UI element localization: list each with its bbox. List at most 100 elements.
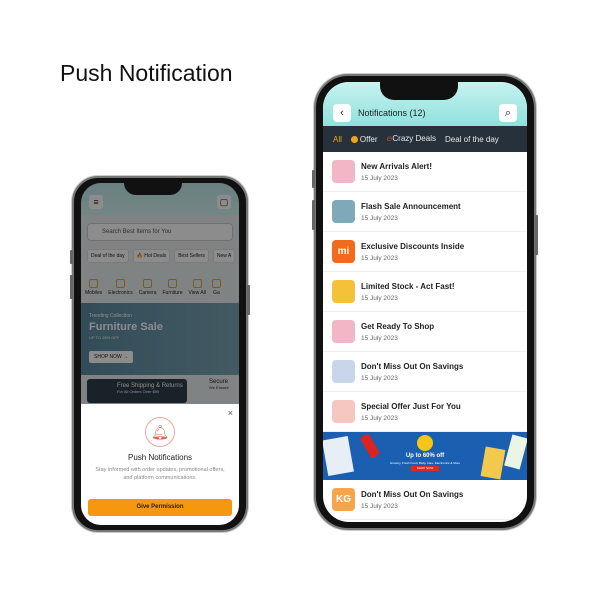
notifications-screen: ‹ Notifications (12) ⌕ All Offer 🔥︎Crazy… [323, 82, 527, 522]
left-phone-mockup: ≡ ▢ Search Best Items for You Deal of th… [72, 176, 248, 532]
notification-item[interactable]: Get Ready To Shop 15 July 2023 [323, 312, 527, 352]
secure-sub: We Ensure [209, 385, 229, 390]
chip[interactable]: New A [212, 249, 236, 263]
notification-item[interactable]: Don't Miss Out On Savings 15 July 2023 [323, 352, 527, 392]
notification-item[interactable]: New Arrivals Alert! 15 July 2023 [323, 152, 527, 192]
shipping-sub: For All Orders Over $99 [117, 389, 160, 394]
notification-title: Don't Miss Out On Savings [361, 489, 464, 499]
notification-date: 15 July 2023 [361, 294, 398, 302]
phone-button [312, 200, 315, 230]
tab-label: Offer [359, 134, 378, 144]
product-image [323, 436, 354, 476]
notification-date: 15 July 2023 [361, 214, 398, 222]
category-label: View All [188, 290, 206, 296]
back-arrow-icon[interactable]: ‹ [333, 104, 351, 122]
dimmed-home-content[interactable]: ≡ ▢ Search Best Items for You Deal of th… [81, 183, 239, 404]
category-label: Electronics [108, 290, 133, 296]
tab-offer[interactable]: Offer [350, 134, 378, 144]
category-item[interactable]: Mobiles [85, 279, 102, 296]
banner-title: Furniture Sale [89, 321, 163, 333]
banner-kicker: Trending Collection [89, 313, 132, 319]
notification-title: Exclusive Discounts Inside [361, 241, 465, 251]
notification-avatar [332, 280, 355, 303]
notification-item[interactable]: Flash Sale Announcement 15 July 2023 [323, 192, 527, 232]
app-home-screen: ≡ ▢ Search Best Items for You Deal of th… [81, 183, 239, 525]
close-icon[interactable]: × [228, 408, 233, 418]
menu-icon[interactable]: ≡ [89, 195, 103, 209]
notification-item[interactable]: mi Exclusive Discounts Inside 15 July 20… [323, 232, 527, 272]
phone-notch [380, 82, 458, 100]
phone-button [312, 170, 315, 188]
tab-all[interactable]: All [333, 135, 342, 144]
mobile-icon [89, 279, 99, 288]
category-label: Camera [138, 290, 157, 296]
notification-date: 15 July 2023 [361, 414, 398, 422]
product-image [359, 433, 381, 459]
notification-avatar [332, 200, 355, 223]
notification-avatar [332, 320, 355, 343]
avatar-text: mi [337, 246, 350, 257]
promo-banner[interactable]: Up to 60% off Grocery, Fresh Food, Baby … [323, 432, 527, 480]
phone-notch [124, 183, 182, 195]
tab-label: Crazy Deals [392, 134, 436, 143]
deal-chips: Deal of the day 🔥 Hot Deals Best Sellers… [87, 249, 236, 263]
chip[interactable]: Best Sellers [174, 249, 209, 263]
electronics-icon [115, 279, 125, 288]
category-item[interactable]: Electronics [108, 279, 133, 296]
notification-title: Flash Sale Announcement [361, 201, 461, 211]
category-item[interactable]: Camera [138, 279, 157, 296]
notification-item[interactable]: Special Offer Just For You 15 July 2023 [323, 392, 527, 432]
notification-avatar: mi [332, 240, 355, 263]
furniture-icon [167, 279, 177, 288]
notification-item[interactable]: Limited Stock - Act Fast! 15 July 2023 [323, 272, 527, 312]
notification-list: New Arrivals Alert! 15 July 2023 Flash S… [323, 152, 527, 520]
give-permission-button[interactable]: Give Permission [88, 499, 232, 516]
notification-item[interactable]: KG Don't Miss Out On Savings 15 July 202… [323, 480, 527, 520]
search-input[interactable]: Search Best Items for You [87, 223, 233, 241]
chip[interactable]: 🔥 Hot Deals [132, 249, 171, 263]
notification-avatar [332, 400, 355, 423]
phone-button [535, 215, 538, 255]
promo-shop-button[interactable]: SHOP NOW [411, 466, 439, 471]
secure-card: Secure We Ensure [193, 379, 229, 390]
notification-title: New Arrivals Alert! [361, 161, 432, 171]
notifications-title: Notifications (12) [358, 108, 426, 118]
category-label: Furniture [162, 290, 183, 296]
page-title: Push Notification [60, 60, 233, 86]
category-label: Ga [213, 290, 220, 296]
notification-avatar [332, 360, 355, 383]
camera-icon [143, 279, 153, 288]
notification-title: Special Offer Just For You [361, 401, 461, 411]
shop-now-button[interactable]: SHOP NOW → [89, 351, 134, 363]
sheet-title: Push Notifications [127, 453, 193, 462]
cart-icon[interactable]: ▢ [217, 195, 231, 209]
promo-headline: Up to 60% off [405, 453, 445, 459]
notification-avatar: KG [332, 488, 355, 511]
notification-title: Get Ready To Shop [361, 321, 435, 331]
category-item[interactable]: View All [189, 279, 206, 296]
category-item[interactable]: Furniture [162, 279, 183, 296]
phone-button [70, 275, 73, 299]
notification-date: 15 July 2023 [361, 502, 398, 510]
avatar-text: KG [336, 494, 351, 505]
category-item[interactable]: Ga [211, 279, 221, 296]
phone-button [70, 250, 73, 264]
tab-deal-of-the-day[interactable]: Deal of the day [445, 135, 499, 144]
product-image [504, 434, 527, 470]
furniture-banner: Trending Collection Furniture Sale UP TO… [81, 303, 239, 375]
chip[interactable]: Deal of the day [87, 249, 129, 263]
product-image [480, 446, 506, 480]
notification-avatar [332, 160, 355, 183]
sheet-description: Stay informed with order updates, promot… [95, 467, 225, 481]
category-icon [211, 279, 221, 288]
notification-date: 15 July 2023 [361, 174, 398, 182]
notification-title: Don't Miss Out On Savings [361, 361, 464, 371]
notification-date: 15 July 2023 [361, 374, 398, 382]
notification-title: Limited Stock - Act Fast! [361, 281, 455, 291]
medal-icon [417, 435, 433, 451]
tab-crazy-deals[interactable]: 🔥︎Crazy Deals [387, 134, 436, 144]
shipping-card: Free Shipping & Returns For All Orders Ov… [87, 379, 187, 403]
search-icon[interactable]: ⌕ [499, 104, 517, 122]
view-all-icon [192, 279, 202, 288]
bell-icon: 🔔︎ [145, 417, 175, 447]
